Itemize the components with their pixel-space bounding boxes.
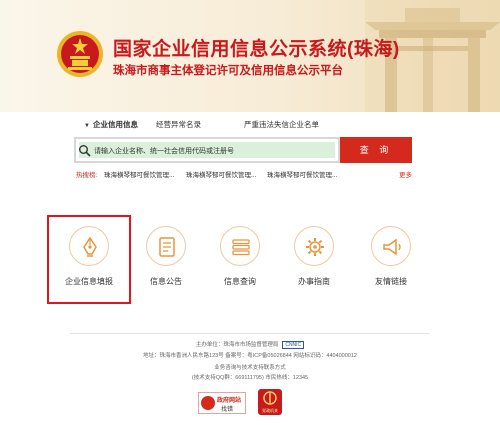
site-subtitle: 珠海市商事主体登记许可及信用信息公示平台 — [113, 65, 343, 77]
hot-search-item[interactable]: 珠海横琴郁可餐饮管理... — [104, 169, 174, 179]
service-enterprise-info-filing[interactable]: 企业信息填报 — [60, 226, 120, 292]
hot-search-bar: 热搜榜: 珠海横琴郁可餐饮管理... 珠海横琴郁可餐饮管理... 珠海横琴郁可餐… — [76, 169, 412, 179]
service-label: 信息公告 — [150, 277, 182, 286]
emblem-icon — [263, 391, 277, 405]
footer-divider — [70, 333, 430, 334]
hot-search-item[interactable]: 珠海横琴郁可餐饮管理... — [186, 169, 256, 179]
cnnic-badge[interactable]: CNNIC — [282, 340, 305, 349]
gov-site-find-error-button[interactable]: 政府网站 找错 — [198, 392, 246, 414]
search-button[interactable]: 查 询 — [340, 137, 412, 163]
service-friendly-links[interactable]: 友情链接 — [362, 226, 422, 292]
search-input[interactable] — [94, 145, 334, 157]
national-emblem-icon — [57, 31, 103, 77]
footer-support-title: 业务咨询与技术支持联系方式 — [214, 365, 286, 371]
footer-support-contact: (技术支持QQ群：669111795) 市民热线：12345 — [191, 375, 309, 381]
service-info-announcement[interactable]: 信息公告 — [137, 226, 197, 292]
gear-icon — [306, 238, 324, 256]
site-header: 国家企业信用信息公示系统(珠海) 珠海市商事主体登记许可及信用信息公示平台 — [0, 0, 500, 112]
search-icon — [79, 145, 91, 157]
hot-search-label: 热搜榜: — [76, 172, 98, 179]
caret-down-icon: ▼ — [84, 123, 90, 129]
gov-site-icon — [201, 396, 215, 410]
pen-nib-icon — [83, 236, 97, 257]
service-label: 信息查询 — [224, 277, 256, 286]
service-info-query[interactable]: 信息查询 — [211, 226, 271, 292]
tab-serious-violation-list[interactable]: 严重违法失信企业名单 — [244, 119, 319, 130]
hot-search-more-link[interactable]: 更多 — [399, 169, 412, 179]
site-title: 国家企业信用信息公示系统(珠海) — [113, 39, 400, 60]
service-label: 企业信息填报 — [65, 277, 113, 286]
service-label: 办事指南 — [298, 277, 330, 286]
tab-abnormal-list[interactable]: 经营异常名录 — [156, 119, 201, 130]
document-icon — [159, 237, 175, 257]
megaphone-icon — [383, 238, 401, 256]
tab-enterprise-credit[interactable]: ▼ 企业信用信息 — [84, 119, 138, 130]
hot-search-item[interactable]: 珠海横琴郁可餐饮管理... — [267, 169, 337, 179]
service-label: 友情链接 — [375, 277, 407, 286]
footer-address: 地址：珠海市香洲人民东路123号 备案号：粤ICP备05026844 网站标识码… — [143, 353, 357, 359]
list-icon — [232, 239, 250, 256]
footer-sponsor: 主办单位：珠海市市场监督管理局 CNNIC — [0, 340, 500, 349]
service-guide[interactable]: 办事指南 — [285, 226, 345, 292]
party-government-badge[interactable]: 党政机关 — [258, 389, 282, 415]
